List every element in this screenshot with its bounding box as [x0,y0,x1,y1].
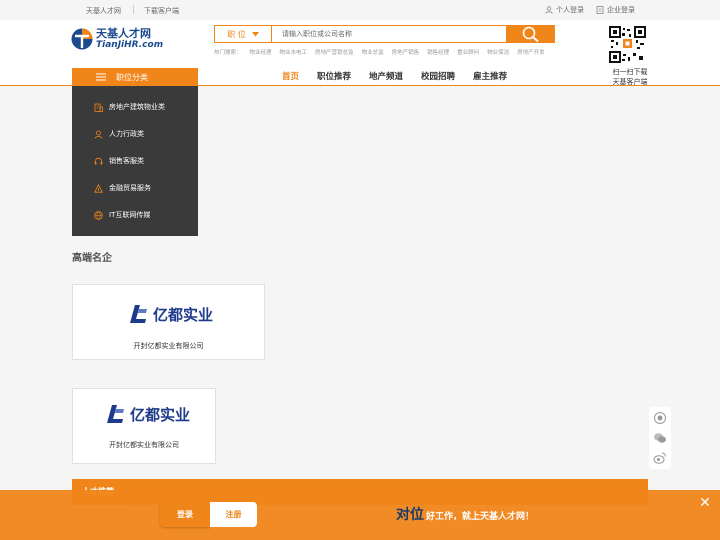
company-logo: 亿都实业 [104,403,190,425]
search-type-select[interactable]: 职 位 [215,26,272,42]
category-item-sales[interactable]: 销售客服类 [94,156,144,166]
search-button[interactable] [506,25,555,43]
user-icon [545,6,553,14]
side-float-toolbar [649,407,671,469]
company-logo-icon [107,405,124,423]
hot-search-label: 热门搜索： [214,50,242,56]
qr-caption-line1: 扫一扫下载 [612,68,648,76]
qr-caption-line2: 天基客户端 [612,78,648,86]
globe-icon [94,210,103,220]
company-card[interactable]: 亿都实业 开封亿都实业有限公司 [72,388,216,464]
weibo-icon[interactable] [653,451,667,465]
category-item-hr-admin[interactable]: 人力行政类 [94,129,144,139]
company-name: 开封亿都实业有限公司 [109,441,179,449]
nav-item[interactable]: 雇主推荐 [473,70,507,82]
download-client-link[interactable]: 下载客户端 [144,6,179,16]
headset-icon [94,157,103,164]
logo-text-cn: 天基人才网 [96,27,151,40]
logo-mark-icon [71,28,93,50]
category-item-finance[interactable]: 金融贸易服务 [94,183,151,193]
category-label: 人力行政类 [109,130,144,138]
search-input[interactable] [272,26,506,42]
category-menu-title: 职位分类 [116,72,148,82]
company-logo-text: 亿都实业 [130,405,191,424]
qr-caption: 扫一扫下载 天基客户端 [604,67,656,87]
category-label: IT互联网传媒 [109,211,151,219]
login-banner: 登录 注册 对位 好工作，就上天基人才网！ ✕ [0,490,720,540]
category-item-real-estate[interactable]: 房地产建筑物业类 [94,102,165,112]
company-card[interactable]: 亿都实业 开封亿都实业有限公司 [72,284,265,360]
category-label: 销售客服类 [109,157,144,165]
hot-search-term[interactable]: 房地产开发 [517,48,545,56]
nav-item[interactable]: 首页 [282,70,299,82]
logo-text-en: TianJiHR.com [96,40,164,50]
site-home-link[interactable]: 天基人才网 [86,6,121,16]
section-title: 高端名企 [72,253,112,264]
nav-item[interactable]: 职位推荐 [317,70,351,82]
personal-login-link[interactable]: 个人登录 [545,5,584,15]
divider [133,5,134,14]
search-type-label: 职 位 [227,29,246,39]
building-icon [94,103,103,112]
login-button[interactable]: 登录 [160,502,210,527]
personal-login-label: 个人登录 [556,6,584,14]
caret-down-icon [251,31,259,36]
company-name: 开封亿都实业有限公司 [133,342,204,350]
company-logo-icon [130,305,147,323]
hot-search-term[interactable]: 物业保洁 [487,48,509,56]
finance-icon [94,183,103,193]
enterprise-login-label: 企业登录 [607,6,635,14]
headset-service-icon[interactable] [653,411,667,425]
wechat-icon[interactable] [653,431,667,445]
category-label: 房地产建筑物业类 [109,103,165,111]
nav-item[interactable]: 校园招聘 [421,70,455,82]
hot-search-term[interactable]: 房地产销售 [392,48,420,56]
main-nav: 首页 职位推荐 地产频道 校园招聘 雇主推荐 [282,70,507,82]
category-menu-header[interactable]: 职位分类 [72,68,198,86]
hot-search-term[interactable]: 销售经理 [427,48,449,56]
category-item-it[interactable]: IT互联网传媒 [94,210,150,220]
site-logo[interactable]: 天基人才网 TianJiHR.com [71,28,163,50]
enterprise-login-link[interactable]: 企业登录 [596,5,635,15]
slogan-text: 好工作，就上天基人才网！ [426,512,535,522]
menu-icon [96,73,106,81]
close-icon[interactable]: ✕ [698,496,712,510]
hot-search-term[interactable]: 房地产营销总监 [315,48,354,56]
hot-search-term[interactable]: 物业总监 [362,48,384,56]
hot-search-term[interactable]: 物业水电工 [280,48,308,56]
document-icon [596,6,604,14]
qr-code-icon [609,26,646,63]
hot-search-list: 热门搜索： 物业经理 物业水电工 房地产营销总监 物业总监 房地产销售 销售经理 置业顾问物… [214,48,545,56]
nav-item[interactable]: 地产频道 [369,70,403,82]
person-icon [94,130,103,139]
hot-search-term[interactable]: 物业经理 [250,48,272,56]
banner-slogan: 对位 好工作，就上天基人才网！ [396,504,534,524]
hot-search-term[interactable]: 置业顾问 [457,48,479,56]
slogan-highlight: 对位 [396,507,424,523]
top-bar: 天基人才网 下载客户端 个人登录 企业登录 [0,0,720,20]
category-label: 金融贸易服务 [109,184,151,192]
category-menu: 房地产建筑物业类 人力行政类 销售客服类 金融贸易服务 IT互联网传媒 [72,86,198,236]
register-button[interactable]: 注册 [210,502,257,527]
company-logo-text: 亿都实业 [153,305,214,324]
search-icon [522,26,539,42]
search-bar: 职 位 [214,25,555,43]
company-logo: 亿都实业 [127,303,213,325]
